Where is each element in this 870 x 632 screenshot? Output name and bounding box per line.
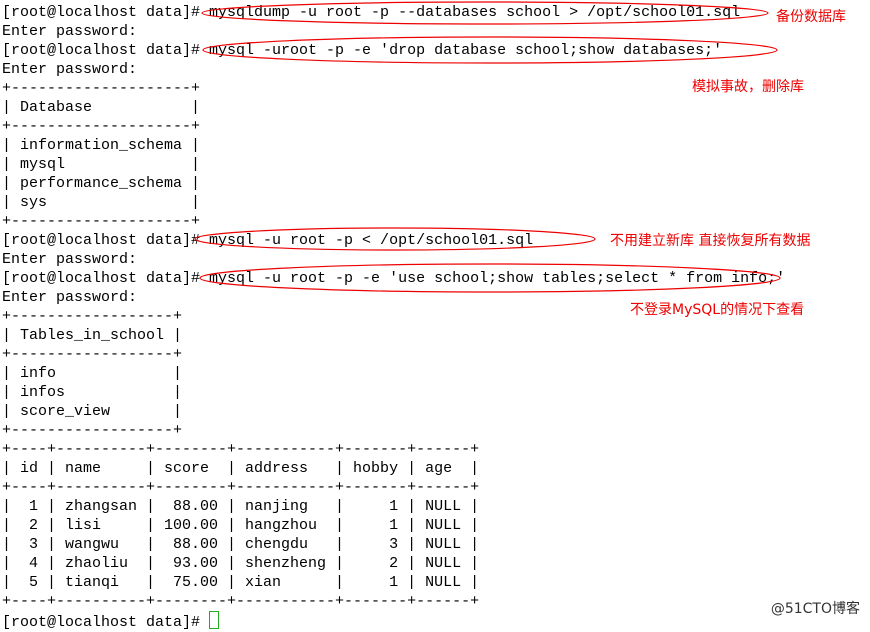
terminal-line: | mysql | xyxy=(2,156,201,173)
annotation-restore: 不用建立新库 直接恢复所有数据 xyxy=(610,233,811,249)
terminal-line: | id | name | score | address | hobby | … xyxy=(2,460,480,477)
terminal-line: Enter password: xyxy=(2,251,138,268)
annotation-backup: 备份数据库 xyxy=(776,9,846,25)
terminal-prompt-line[interactable]: [root@localhost data]# xyxy=(2,611,785,631)
annotation-view: 不登录MySQL的情况下查看 xyxy=(630,302,805,318)
terminal-line: | Tables_in_school | xyxy=(2,327,183,344)
watermark: @51CTO博客 xyxy=(770,601,860,617)
terminal-line: | infos | xyxy=(2,384,183,401)
terminal-line: +------------------+ xyxy=(2,422,183,439)
terminal-line: | 1 | zhangsan | 88.00 | nanjing | 1 | N… xyxy=(2,498,480,515)
annotation-drop: 模拟事故，删除库 xyxy=(692,79,804,95)
terminal-line: [root@localhost data]# mysql -uroot -p -… xyxy=(2,42,723,59)
terminal-line: | sys | xyxy=(2,194,201,211)
terminal-line: +--------------------+ xyxy=(2,80,201,97)
cursor xyxy=(209,611,220,629)
terminal-line: | information_schema | xyxy=(2,137,201,154)
prompt: [root@localhost data]# xyxy=(2,614,210,631)
terminal-line: +--------------------+ xyxy=(2,118,201,135)
terminal-line: +------------------+ xyxy=(2,346,183,363)
terminal-line: Enter password: xyxy=(2,61,138,78)
terminal-line: +----+----------+--------+-----------+--… xyxy=(2,479,480,496)
terminal-line: | info | xyxy=(2,365,183,382)
terminal-line: | 3 | wangwu | 88.00 | chengdu | 3 | NUL… xyxy=(2,536,480,553)
terminal-line: | score_view | xyxy=(2,403,183,420)
terminal-line: +----+----------+--------+-----------+--… xyxy=(2,441,480,458)
terminal-line: | performance_schema | xyxy=(2,175,201,192)
terminal-line: [root@localhost data]# mysqldump -u root… xyxy=(2,4,741,21)
terminal-line: | 2 | lisi | 100.00 | hangzhou | 1 | NUL… xyxy=(2,517,480,534)
terminal-line: +----+----------+--------+-----------+--… xyxy=(2,593,480,610)
terminal-line: | Database | xyxy=(2,99,201,116)
terminal-line: | 5 | tianqi | 75.00 | xian | 1 | NULL | xyxy=(2,574,480,591)
terminal-line: Enter password: xyxy=(2,23,138,40)
terminal-line: | 4 | zhaoliu | 93.00 | shenzheng | 2 | … xyxy=(2,555,480,572)
terminal-line: +--------------------+ xyxy=(2,213,201,230)
terminal-line: [root@localhost data]# mysql -u root -p … xyxy=(2,270,786,287)
